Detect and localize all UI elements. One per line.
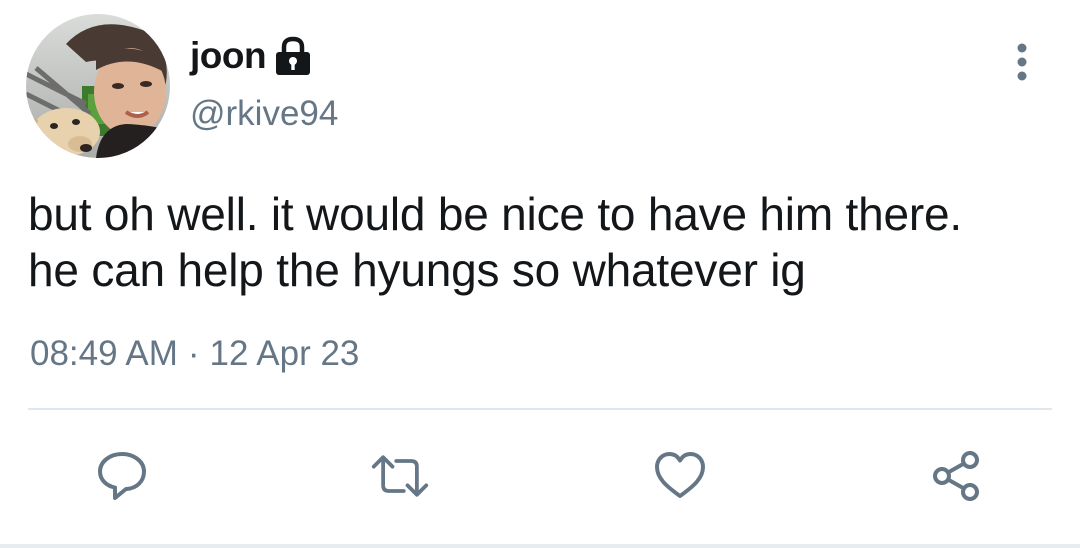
tweet-text: but oh well. it would be nice to have hi… [28, 186, 1058, 298]
tweet-date: 12 Apr 23 [209, 334, 360, 373]
tweet-text-line: but oh well. it would be nice to have hi… [28, 188, 962, 240]
more-options-button[interactable] [1004, 42, 1040, 82]
like-icon [655, 452, 705, 498]
tweet-time: 08:49 AM [30, 334, 178, 373]
display-name[interactable]: joon [190, 35, 267, 77]
like-button[interactable] [650, 446, 710, 506]
retweet-button[interactable] [370, 446, 430, 506]
avatar-image [26, 14, 170, 158]
author-name-row: joon [190, 32, 312, 80]
retweet-icon [371, 455, 429, 497]
lock-icon [274, 36, 312, 76]
username-handle[interactable]: @rkive94 [190, 94, 338, 134]
tweet-text-line: he can help the hyungs so whatever ig [28, 244, 806, 296]
share-button[interactable] [926, 446, 986, 506]
reply-icon [98, 452, 146, 500]
tweet-timestamp[interactable]: 08:49 AM · 12 Apr 23 [30, 334, 359, 374]
tweet-card: joon @rkive94 but oh well. it would be n… [0, 0, 1080, 548]
meta-separator: · [187, 334, 200, 373]
reply-button[interactable] [92, 446, 152, 506]
bottom-border [0, 544, 1080, 548]
more-vertical-icon [1017, 43, 1027, 81]
divider [28, 408, 1052, 410]
share-icon [933, 451, 979, 501]
avatar[interactable] [26, 14, 170, 158]
